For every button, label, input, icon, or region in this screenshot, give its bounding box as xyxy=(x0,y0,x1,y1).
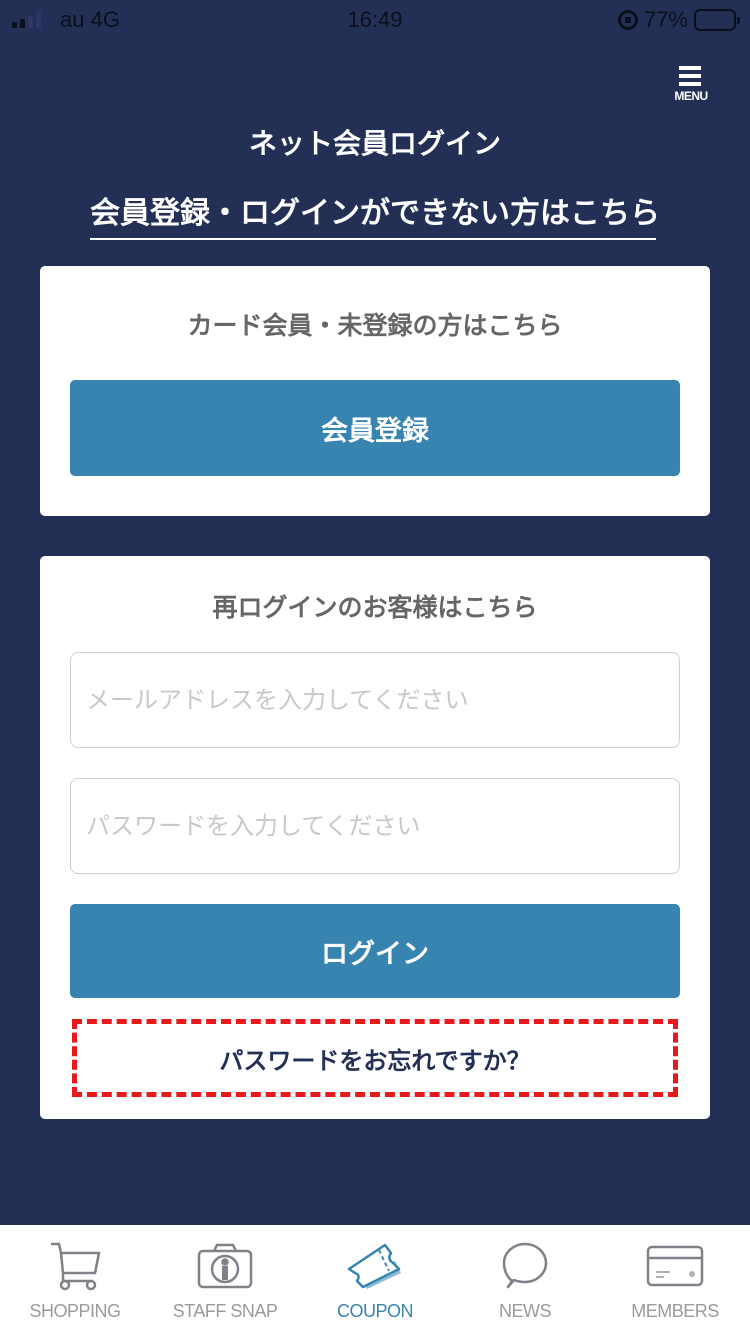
tab-label: COUPON xyxy=(336,1301,414,1321)
tab-label: STAFF SNAP xyxy=(172,1301,278,1321)
tab-members[interactable]: MEMBERS xyxy=(600,1225,750,1334)
register-button[interactable]: 会員登録 xyxy=(70,380,680,476)
rotation-lock-icon xyxy=(617,10,638,30)
tab-shopping[interactable]: SHOPPING xyxy=(0,1225,150,1334)
camera-icon xyxy=(195,1241,255,1291)
tab-bar: SHOPPING STAFF SNAP COUPON NEWS MEMBERS xyxy=(0,1225,750,1334)
battery-percent: 77% xyxy=(643,7,688,32)
menu-button[interactable]: MENU xyxy=(668,64,714,106)
tab-coupon[interactable]: COUPON xyxy=(300,1225,450,1334)
tab-label: SHOPPING xyxy=(29,1301,121,1321)
forgot-password-link[interactable]: パスワードをお忘れですか？ xyxy=(72,1019,678,1097)
status-bar: au 4G 16:49 77% xyxy=(0,0,750,40)
tab-staff-snap[interactable]: STAFF SNAP xyxy=(150,1225,300,1334)
tab-news[interactable]: NEWS xyxy=(450,1225,600,1334)
page-title: ネット会員ログイン xyxy=(248,127,501,160)
password-input[interactable] xyxy=(70,778,680,874)
email-input[interactable] xyxy=(70,652,680,748)
ticket-icon xyxy=(345,1241,405,1291)
signup-help-link[interactable]: 会員登録・ログインができない方はこちら xyxy=(90,188,660,240)
register-card: カード会員・未登録の方はこちら 会員登録 xyxy=(40,266,710,516)
tab-label: NEWS xyxy=(499,1301,552,1321)
card-icon xyxy=(645,1241,705,1291)
hamburger-icon xyxy=(679,66,701,90)
cart-icon xyxy=(45,1241,105,1291)
login-card: 再ログインのお客様はこちら ログイン パスワードをお忘れですか？ xyxy=(40,556,710,1119)
tab-label: MEMBERS xyxy=(631,1301,719,1321)
speech-bubble-icon xyxy=(495,1241,555,1291)
login-card-heading: 再ログインのお客様はこちら xyxy=(212,593,538,622)
battery-icon xyxy=(694,9,740,31)
menu-label: MENU xyxy=(674,89,708,103)
login-button[interactable]: ログイン xyxy=(70,904,680,998)
register-card-heading: カード会員・未登録の方はこちら xyxy=(187,311,563,340)
